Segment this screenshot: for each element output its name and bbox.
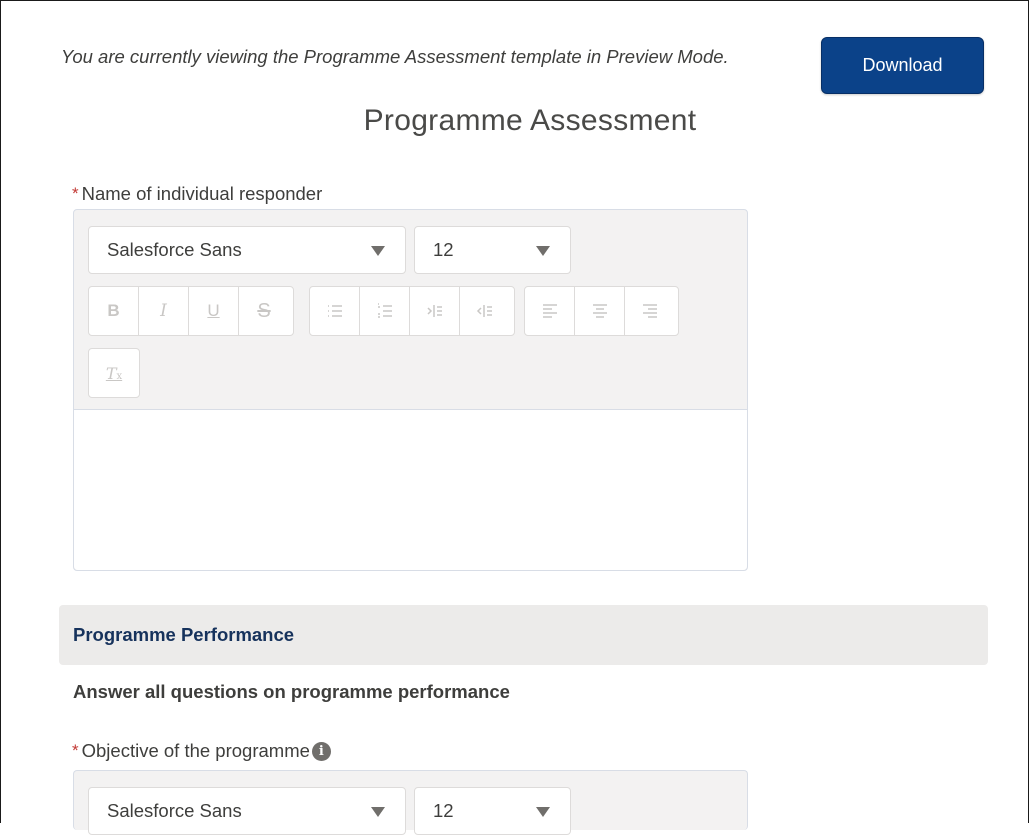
rich-text-editor-name-responder: Salesforce Sans 12 B I U S Tx xyxy=(73,209,748,571)
chevron-down-icon xyxy=(536,246,550,256)
indent-icon xyxy=(426,305,442,317)
italic-icon: I xyxy=(160,301,167,321)
bulleted-list-icon xyxy=(327,305,342,317)
font-family-select[interactable]: Salesforce Sans xyxy=(88,226,406,274)
section-instructions: Answer all questions on programme perfor… xyxy=(73,681,510,702)
chevron-down-icon xyxy=(371,246,385,256)
section-header-programme-performance[interactable]: Programme Performance xyxy=(59,605,988,665)
font-size-select[interactable]: 12 xyxy=(414,226,571,274)
align-button-group xyxy=(524,286,679,336)
outdent-button[interactable] xyxy=(460,287,510,335)
font-size-value: 12 xyxy=(433,239,454,260)
underline-button[interactable]: U xyxy=(189,287,239,335)
field-label-text: Objective of the programme xyxy=(81,740,310,761)
clear-formatting-glyph: T xyxy=(105,363,117,383)
format-button-group: B I U S xyxy=(88,286,294,336)
numbered-list-icon xyxy=(377,303,392,318)
align-right-button[interactable] xyxy=(625,287,675,335)
required-marker: * xyxy=(72,184,79,203)
clear-formatting-icon: Tx xyxy=(105,363,123,383)
font-family-value: Salesforce Sans xyxy=(107,800,242,821)
clear-formatting-button[interactable]: Tx xyxy=(88,348,140,398)
italic-button[interactable]: I xyxy=(139,287,189,335)
rich-text-editor-objective: Salesforce Sans 12 xyxy=(73,770,748,835)
list-button-group xyxy=(309,286,515,336)
underline-icon: U xyxy=(207,301,220,320)
field-label-name-responder: * Name of individual responder xyxy=(72,183,322,205)
align-left-button[interactable] xyxy=(525,287,575,335)
page-title: Programme Assessment xyxy=(363,104,697,137)
indent-button[interactable] xyxy=(410,287,460,335)
chevron-down-icon xyxy=(371,807,385,817)
align-right-icon xyxy=(643,304,657,318)
info-icon[interactable]: i xyxy=(311,741,331,761)
align-center-icon xyxy=(592,304,607,318)
bold-icon: B xyxy=(107,301,120,320)
section-title: Programme Performance xyxy=(73,624,295,645)
font-size-value: 12 xyxy=(433,800,454,821)
rich-text-input-area[interactable] xyxy=(74,409,747,570)
font-family-value: Salesforce Sans xyxy=(107,239,242,260)
numbered-list-button[interactable] xyxy=(360,287,410,335)
font-family-select[interactable]: Salesforce Sans xyxy=(88,787,406,835)
required-marker: * xyxy=(72,741,79,760)
field-label-objective: * Objective of the programme i xyxy=(72,740,331,762)
field-label-text: Name of individual responder xyxy=(81,183,323,204)
strikethrough-icon: S xyxy=(257,299,271,322)
bold-button[interactable]: B xyxy=(89,287,139,335)
outdent-icon xyxy=(476,305,492,317)
download-button[interactable]: Download xyxy=(821,37,984,94)
rte-toolbar: Salesforce Sans 12 B I U S Tx xyxy=(74,210,747,409)
align-center-button[interactable] xyxy=(575,287,625,335)
strikethrough-button[interactable]: S xyxy=(239,287,289,335)
align-left-icon xyxy=(542,304,557,318)
bulleted-list-button[interactable] xyxy=(310,287,360,335)
font-size-select[interactable]: 12 xyxy=(414,787,571,835)
preview-notice: You are currently viewing the Programme … xyxy=(61,46,729,67)
chevron-down-icon xyxy=(536,807,550,817)
